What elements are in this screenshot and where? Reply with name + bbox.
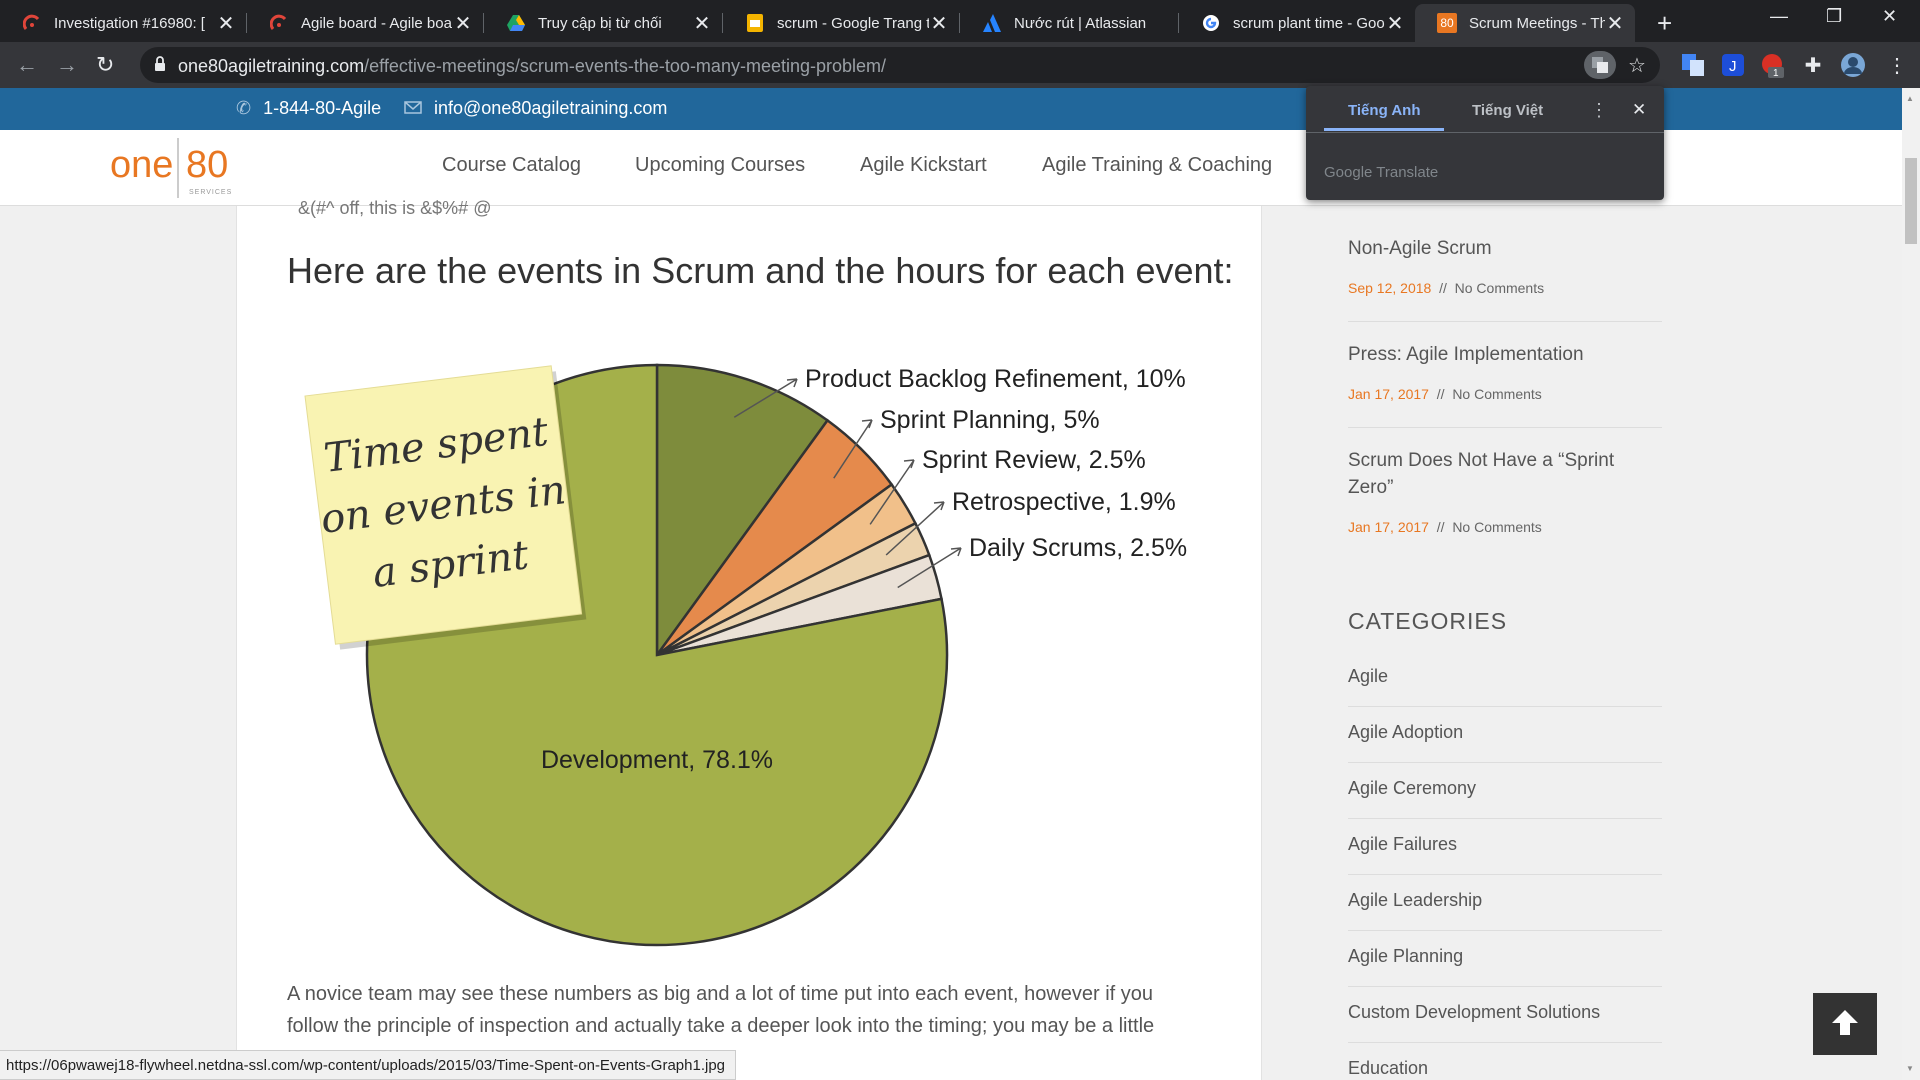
google-slides-icon <box>745 13 765 33</box>
scrollbar-thumb[interactable] <box>1905 158 1917 244</box>
scroll-down-arrow-icon[interactable]: ▼ <box>1906 1064 1914 1073</box>
category-link[interactable]: Agile Ceremony <box>1348 778 1476 799</box>
tab-title: Scrum Meetings - The <box>1469 14 1605 32</box>
browser-toolbar: ← → ↻ one80agiletraining.com/effective-m… <box>0 42 1920 88</box>
translate-source-tab[interactable]: Tiếng Anh <box>1348 102 1421 119</box>
j-extension-icon[interactable]: J <box>1720 52 1746 78</box>
category-link[interactable]: Custom Development Solutions <box>1348 1002 1600 1023</box>
close-tab-icon[interactable]: ✕ <box>692 11 712 36</box>
arrow-up-icon <box>1830 1008 1860 1041</box>
tab-title: Nước rút | Atlassian <box>1014 14 1147 32</box>
extension-alert-icon[interactable]: 1 <box>1760 52 1786 78</box>
pie-chart-image[interactable]: Product Backlog Refinement, 10% Sprint Pl… <box>0 88 1300 968</box>
new-tab-button[interactable]: + <box>1657 8 1672 39</box>
tab-atlassian[interactable]: Nước rút | Atlassian ✕ <box>960 4 1178 42</box>
atlassian-icon <box>982 13 1002 33</box>
profile-avatar[interactable] <box>1840 52 1866 78</box>
translate-popup: Tiếng Anh Tiếng Việt ⋮ ✕ Google Translat… <box>1306 86 1664 200</box>
article-paragraph-line: A novice team may see these numbers as b… <box>287 983 1154 1005</box>
categories-heading: CATEGORIES <box>1348 608 1508 634</box>
close-tab-icon[interactable]: ✕ <box>1605 11 1625 36</box>
pie-slice-label: Daily Scrums, 2.5% <box>969 534 1187 562</box>
pie-slice-label: Retrospective, 1.9% <box>952 488 1176 516</box>
svg-text:1: 1 <box>1773 68 1779 78</box>
translate-footer: Google Translate <box>1324 164 1439 181</box>
google-icon <box>1201 13 1221 33</box>
translate-target-tab[interactable]: Tiếng Việt <box>1472 102 1543 119</box>
post-date[interactable]: Jan 17, 2017 <box>1348 519 1429 535</box>
article-paragraph-line: follow the principle of inspection and a… <box>287 1015 1155 1037</box>
tab-agile-board[interactable]: Agile board - Agile boa ✕ <box>247 4 483 42</box>
close-window-icon[interactable]: ✕ <box>1882 6 1897 27</box>
pie-slice-label: Sprint Review, 2.5% <box>922 446 1146 474</box>
close-tab-icon[interactable]: ✕ <box>216 11 236 36</box>
jira-red-icon <box>22 13 42 33</box>
tab-drive[interactable]: Truy cập bị từ chối ✕ <box>484 4 722 42</box>
recent-post-meta: Jan 17, 2017 // No Comments <box>1348 386 1542 402</box>
recent-post-title[interactable]: Scrum Does Not Have a “Sprint Zero” <box>1348 447 1648 501</box>
url-text: one80agiletraining.com/effective-meeting… <box>178 56 887 76</box>
tab-strip: Investigation #16980: [ ✕ Agile board - … <box>0 0 1920 42</box>
post-comments-link[interactable]: No Comments <box>1452 519 1541 535</box>
recent-post-title[interactable]: Press: Agile Implementation <box>1348 341 1648 368</box>
google-translate-extension-icon[interactable] <box>1680 52 1706 78</box>
status-bar-url: https://06pwawej18-flywheel.netdna-ssl.c… <box>0 1050 737 1080</box>
minimize-icon[interactable]: — <box>1770 6 1788 27</box>
svg-text:J: J <box>1729 58 1737 75</box>
post-date[interactable]: Jan 17, 2017 <box>1348 386 1429 402</box>
web-page: ✆ 1-844-80-Agile info@one80agiletraining… <box>0 88 1902 1080</box>
recent-post-meta: Jan 17, 2017 // No Comments <box>1348 519 1542 535</box>
divider <box>1306 132 1664 133</box>
category-link[interactable]: Agile Adoption <box>1348 722 1463 743</box>
category-link[interactable]: Education <box>1348 1058 1428 1079</box>
tab-investigation[interactable]: Investigation #16980: [ ✕ <box>0 4 246 42</box>
bookmark-star-icon[interactable]: ☆ <box>1628 53 1646 78</box>
lock-icon <box>154 56 166 77</box>
active-tab-underline <box>1324 128 1444 131</box>
one80-favicon-icon: 80 <box>1437 13 1457 33</box>
scroll-up-arrow-icon[interactable]: ▲ <box>1906 94 1914 103</box>
forward-icon[interactable]: → <box>56 52 78 78</box>
tab-title: scrum - Google Trang t <box>777 14 929 32</box>
pie-slice-label: Product Backlog Refinement, 10% <box>805 365 1186 393</box>
category-link[interactable]: Agile Leadership <box>1348 890 1482 911</box>
translate-close-icon[interactable]: ✕ <box>1632 100 1646 120</box>
category-link[interactable]: Agile <box>1348 666 1388 687</box>
post-comments-link[interactable]: No Comments <box>1452 386 1541 402</box>
tab-slides[interactable]: scrum - Google Trang t ✕ <box>723 4 959 42</box>
address-bar[interactable]: one80agiletraining.com/effective-meeting… <box>140 47 1660 83</box>
pie-slice-label: Sprint Planning, 5% <box>880 406 1100 434</box>
tab-title: Agile board - Agile boa <box>301 14 452 32</box>
scroll-to-top-button[interactable] <box>1813 993 1877 1055</box>
post-date[interactable]: Sep 12, 2018 <box>1348 280 1431 296</box>
tab-title: Investigation #16980: [ <box>54 14 205 32</box>
back-icon[interactable]: ← <box>16 52 38 78</box>
reload-icon[interactable]: ↻ <box>96 52 114 78</box>
extensions-puzzle-icon[interactable]: ✚ <box>1800 52 1826 78</box>
google-drive-icon <box>506 13 526 33</box>
translate-icon[interactable] <box>1584 51 1616 79</box>
translate-options-icon[interactable]: ⋮ <box>1590 100 1608 121</box>
close-tab-icon[interactable]: ✕ <box>453 11 473 36</box>
post-comments-link[interactable]: No Comments <box>1455 280 1544 296</box>
recent-post-title[interactable]: Non-Agile Scrum <box>1348 235 1648 262</box>
close-tab-icon[interactable]: ✕ <box>929 11 949 36</box>
category-link[interactable]: Agile Failures <box>1348 834 1457 855</box>
recent-post-meta: Sep 12, 2018 // No Comments <box>1348 280 1545 296</box>
browser-menu-icon[interactable]: ⋮ <box>1884 52 1910 78</box>
tab-scrum-meetings-active[interactable]: 80 Scrum Meetings - The ✕ <box>1415 4 1635 42</box>
category-link[interactable]: Agile Planning <box>1348 946 1463 967</box>
tab-title: Truy cập bị từ chối <box>538 14 662 32</box>
tab-title: scrum plant time - Goo <box>1233 14 1385 32</box>
tab-google-search[interactable]: scrum plant time - Goo ✕ <box>1179 4 1415 42</box>
restore-icon[interactable]: ❐ <box>1826 6 1842 27</box>
pie-slice-label: Development, 78.1% <box>541 746 773 774</box>
close-tab-icon[interactable]: ✕ <box>1385 11 1405 36</box>
jira-red-icon <box>269 13 289 33</box>
page-scrollbar[interactable]: ▲ ▼ <box>1902 88 1920 1080</box>
